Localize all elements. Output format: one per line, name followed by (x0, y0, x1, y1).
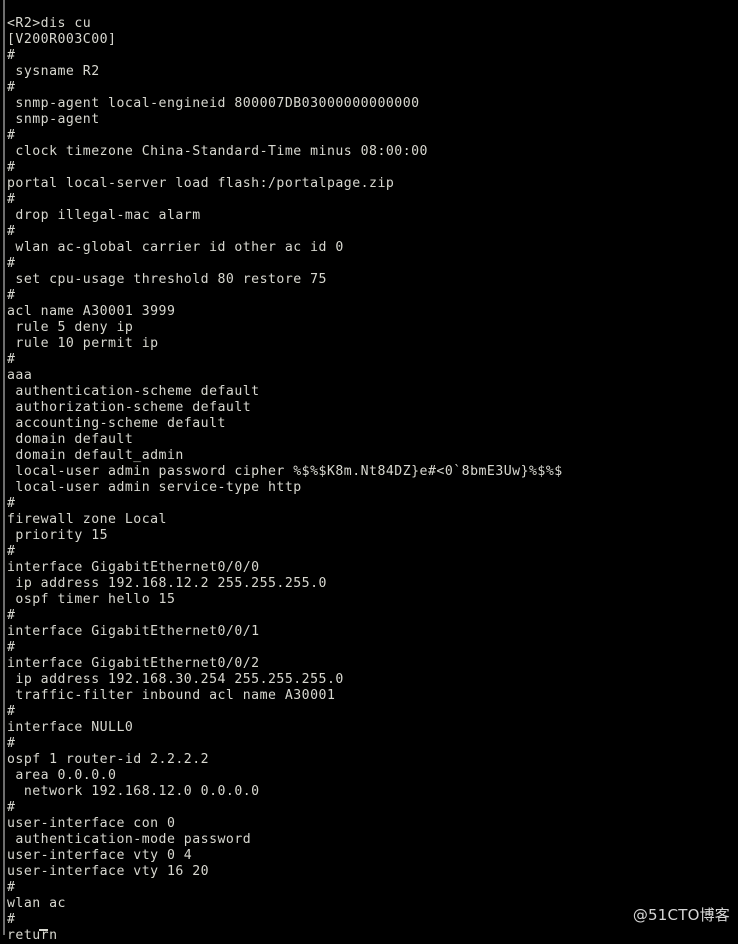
console-line: acl name A30001 3999 (7, 304, 176, 320)
console-line: wlan ac (7, 896, 66, 912)
gutter-rule (3, 0, 5, 935)
console-line: interface GigabitEthernet0/0/0 (7, 560, 260, 576)
console-line: user-interface con 0 (7, 816, 176, 832)
console-line: portal local-server load flash:/portalpa… (7, 176, 395, 192)
console-line: wlan ac-global carrier id other ac id 0 (7, 240, 344, 256)
console-line: # (7, 160, 16, 176)
console-line: authentication-mode password (7, 832, 252, 848)
console-line: set cpu-usage threshold 80 restore 75 (7, 272, 327, 288)
console-line: local-user admin service-type http (7, 480, 302, 496)
console-line: # (7, 880, 16, 896)
console-line: # (7, 48, 16, 64)
console-output: <R2>dis cu [V200R003C00] # sysname R2 # snm… (7, 16, 732, 944)
console-line: traffic-filter inbound acl name A30001 (7, 688, 336, 704)
console-line: # (7, 640, 16, 656)
console-line: user-interface vty 0 4 (7, 848, 193, 864)
console-line: rule 10 permit ip (7, 336, 159, 352)
console-line: accounting-scheme default (7, 416, 226, 432)
console-line: domain default_admin (7, 448, 184, 464)
console-line: <R2>dis cu (7, 16, 92, 32)
console-line: snmp-agent (7, 112, 100, 128)
console-line: # (7, 192, 16, 208)
console-line: aaa (7, 368, 33, 384)
console-line: return (7, 928, 58, 944)
console-line: ip address 192.168.30.254 255.255.255.0 (7, 672, 344, 688)
console-line: # (7, 800, 16, 816)
terminal-window[interactable]: <R2>dis cu [V200R003C00] # sysname R2 # snm… (0, 0, 738, 943)
console-line: authorization-scheme default (7, 400, 252, 416)
console-line: # (7, 80, 16, 96)
console-line: # (7, 224, 16, 240)
console-line: # (7, 496, 16, 512)
console-line: # (7, 352, 16, 368)
console-line: clock timezone China-Standard-Time minus… (7, 144, 428, 160)
console-line: domain default (7, 432, 134, 448)
console-line: interface NULL0 (7, 720, 134, 736)
console-line: interface GigabitEthernet0/0/2 (7, 656, 260, 672)
console-line: sysname R2 (7, 64, 100, 80)
terminal-left-gutter (0, 0, 6, 935)
console-line: ip address 192.168.12.2 255.255.255.0 (7, 576, 327, 592)
console-line: local-user admin password cipher %$%$K8m… (7, 464, 563, 480)
console-line: # (7, 608, 16, 624)
console-line: [V200R003C00] (7, 32, 117, 48)
console-line: network 192.168.12.0 0.0.0.0 (7, 784, 260, 800)
console-line: # (7, 128, 16, 144)
watermark: @51CTO博客 (632, 906, 730, 924)
console-line: # (7, 544, 16, 560)
console-line: user-interface vty 16 20 (7, 864, 210, 880)
console-line: # (7, 912, 16, 928)
console-line: priority 15 (7, 528, 109, 544)
console-line: rule 5 deny ip (7, 320, 134, 336)
text-cursor (39, 929, 48, 931)
console-line: ospf timer hello 15 (7, 592, 176, 608)
console-line: area 0.0.0.0 (7, 768, 117, 784)
console-line: # (7, 704, 16, 720)
console-line: ospf 1 router-id 2.2.2.2 (7, 752, 210, 768)
console-line: interface GigabitEthernet0/0/1 (7, 624, 260, 640)
console-line: authentication-scheme default (7, 384, 260, 400)
console-line: # (7, 288, 16, 304)
console-line: # (7, 736, 16, 752)
console-line: snmp-agent local-engineid 800007DB030000… (7, 96, 420, 112)
console-line: firewall zone Local (7, 512, 167, 528)
console-line: drop illegal-mac alarm (7, 208, 201, 224)
console-line: # (7, 256, 16, 272)
